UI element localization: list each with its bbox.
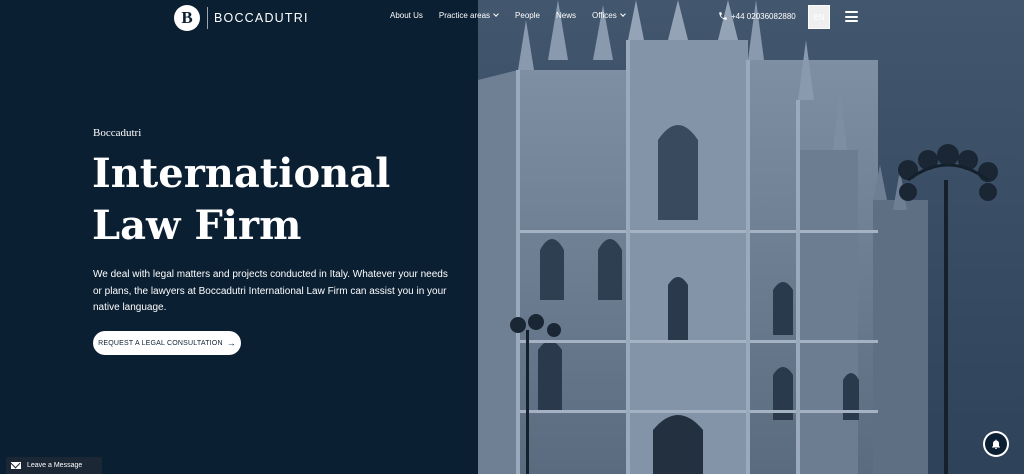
site-header: B BOCCADUTRI About Us Practice areas Peo… xyxy=(0,0,1024,36)
mail-icon xyxy=(11,462,21,469)
nav-item-about-us[interactable]: About Us xyxy=(390,11,423,20)
logo-mark: B xyxy=(174,5,200,31)
notification-bell-button[interactable] xyxy=(983,431,1009,457)
phone-number: +44 02036082880 xyxy=(731,11,796,21)
nav-item-practice-areas[interactable]: Practice areas xyxy=(438,11,499,20)
bell-icon xyxy=(992,439,1000,449)
leave-message-label: Leave a Message xyxy=(27,462,83,469)
language-switcher[interactable]: EN xyxy=(808,5,830,29)
nav-item-news[interactable]: News xyxy=(556,11,576,20)
cta-label: REQUEST A LEGAL CONSULTATION xyxy=(98,339,223,347)
nav-item-label: About Us xyxy=(390,11,423,20)
hero-title-line2: Law Firm xyxy=(92,202,302,249)
nav-item-label: News xyxy=(555,11,576,20)
hamburger-menu-icon[interactable] xyxy=(845,11,858,22)
main-nav: About Us Practice areas People News Offi… xyxy=(390,11,626,20)
cathedral-illustration xyxy=(478,0,998,474)
chevron-down-icon xyxy=(493,11,499,17)
hero-title-line1: International xyxy=(92,150,391,197)
nav-item-people[interactable]: People xyxy=(515,11,540,20)
nav-item-offices[interactable]: Offices xyxy=(591,11,626,20)
request-consultation-button[interactable]: REQUEST A LEGAL CONSULTATION → xyxy=(93,331,241,355)
brand-name: BOCCADUTRI xyxy=(214,11,309,25)
nav-item-label: Offices xyxy=(591,11,617,20)
nav-item-label: Practice areas xyxy=(438,11,491,20)
logo-divider xyxy=(207,7,208,29)
hero-description: We deal with legal matters and projects … xyxy=(93,269,448,313)
hero-eyebrow: Boccadutri xyxy=(93,127,142,139)
chevron-down-icon xyxy=(619,11,626,17)
nav-item-label: People xyxy=(515,11,540,20)
leave-message-widget[interactable]: Leave a Message xyxy=(6,457,102,474)
hero-cathedral-image xyxy=(478,0,1024,474)
brand-logo[interactable]: B BOCCADUTRI xyxy=(174,5,309,31)
hero-title: International Law Firm xyxy=(92,148,452,252)
phone-icon xyxy=(719,12,727,20)
phone-link[interactable]: +44 02036082880 xyxy=(718,11,796,21)
arrow-right-icon: → xyxy=(226,338,236,348)
